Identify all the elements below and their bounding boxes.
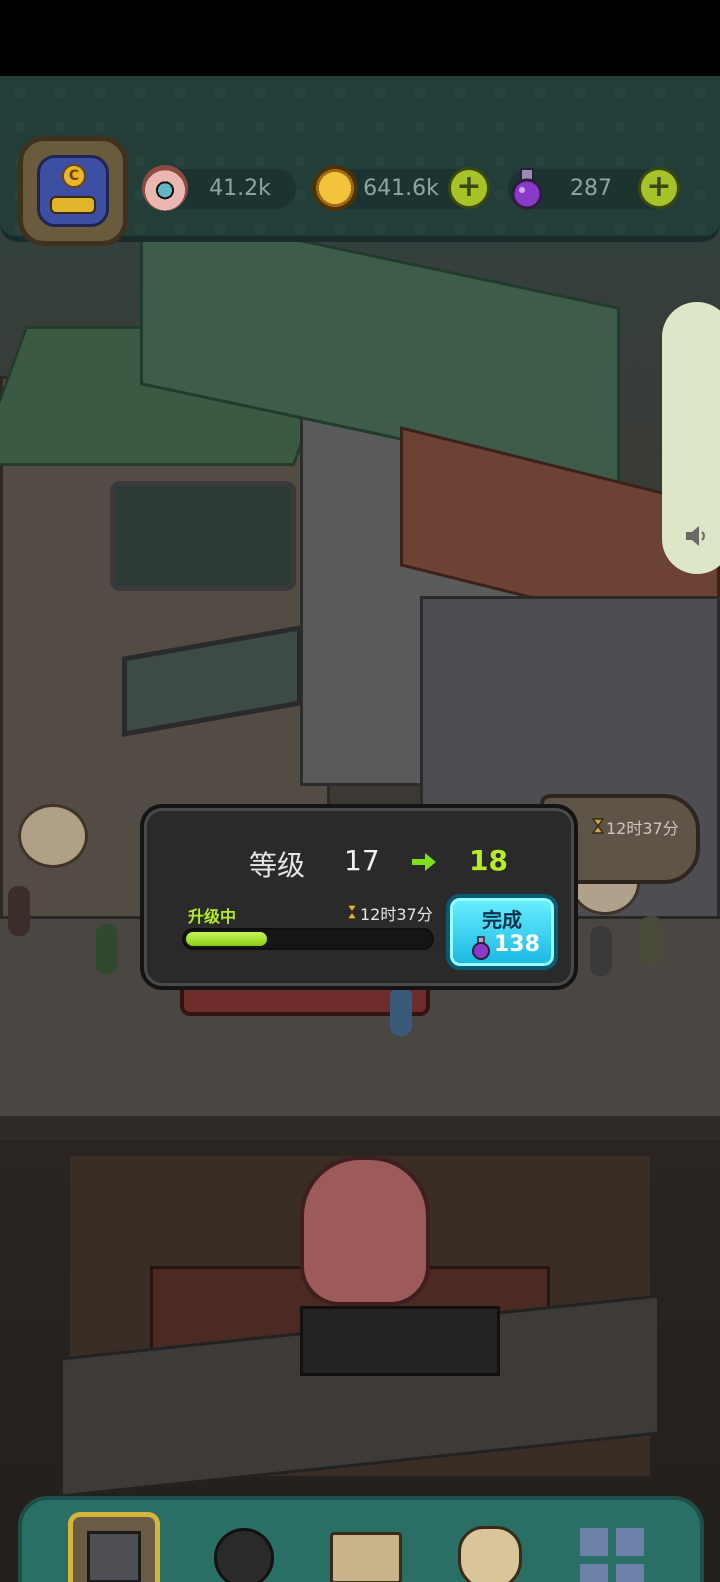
arrow-right-icon	[412, 853, 436, 871]
grid-menu-icon[interactable]	[570, 1512, 662, 1582]
speaker-icon	[686, 526, 705, 546]
add-potions-button[interactable]: +	[638, 167, 680, 209]
customer-character[interactable]	[96, 924, 118, 974]
upgrade-timer: 12时37分	[360, 905, 433, 924]
hourglass-icon	[592, 818, 604, 834]
avatar-face: C	[37, 155, 109, 227]
eyeball-value: 41.2k	[209, 176, 271, 201]
upgrade-progress-fill	[186, 932, 267, 946]
complete-cost: 138	[494, 932, 540, 957]
grid-menu-icon-shape	[580, 1528, 644, 1582]
building-timer: 12时37分	[606, 819, 679, 838]
level-label: 等级	[249, 849, 306, 882]
side-panel-tab[interactable]	[662, 302, 720, 574]
complete-now-button[interactable]: 完成 138	[446, 894, 558, 970]
street-edge	[0, 1116, 720, 1140]
money-bag-icon-shape	[458, 1526, 522, 1582]
potion-counter: 287 +	[508, 167, 680, 210]
next-level: 18	[469, 844, 508, 877]
customer-character[interactable]	[590, 926, 612, 976]
potion-value: 287	[570, 176, 612, 201]
money-bag-icon[interactable]	[446, 1512, 538, 1582]
add-coins-button[interactable]: +	[448, 167, 490, 209]
game-scene[interactable]: C 41.2k 641.6k + 287 + 12时37分 等级 17 18 升…	[0, 76, 720, 1582]
upgrading-status: 升级中	[188, 907, 237, 926]
status-bar	[0, 0, 720, 76]
coin-counter: 641.6k +	[312, 165, 490, 211]
complete-label: 完成	[482, 908, 522, 932]
avatar-mouth	[50, 196, 96, 214]
monster-icon-shape	[214, 1528, 274, 1582]
octopus-chef[interactable]	[300, 1156, 430, 1306]
upgrade-progress-bar	[182, 928, 434, 950]
upgrade-popup: 等级 17 18 升级中 12时37分 完成 138	[140, 804, 578, 990]
customer-character[interactable]	[8, 886, 30, 936]
eyeball-counter: 41.2k	[142, 165, 296, 211]
current-level: 17	[344, 844, 380, 877]
building-icon[interactable]	[68, 1512, 160, 1582]
thought-bubble[interactable]	[18, 804, 88, 868]
book-icon-shape	[330, 1532, 402, 1582]
building-icon-shape	[87, 1531, 141, 1582]
neon-sign	[110, 481, 296, 591]
customer-character[interactable]	[390, 986, 412, 1036]
coin-icon	[312, 165, 358, 211]
coin-icon: C	[62, 164, 86, 188]
potion-icon	[472, 936, 490, 960]
bottom-nav	[18, 1496, 704, 1582]
stove	[300, 1306, 500, 1376]
hourglass-icon	[346, 904, 358, 920]
book-icon[interactable]	[322, 1512, 414, 1582]
player-avatar[interactable]: C	[18, 136, 128, 246]
eyeball-icon	[142, 165, 188, 211]
customer-character[interactable]	[640, 916, 662, 966]
monster-icon[interactable]	[198, 1512, 290, 1582]
coin-value: 641.6k	[363, 176, 439, 201]
potion-icon	[511, 168, 543, 210]
